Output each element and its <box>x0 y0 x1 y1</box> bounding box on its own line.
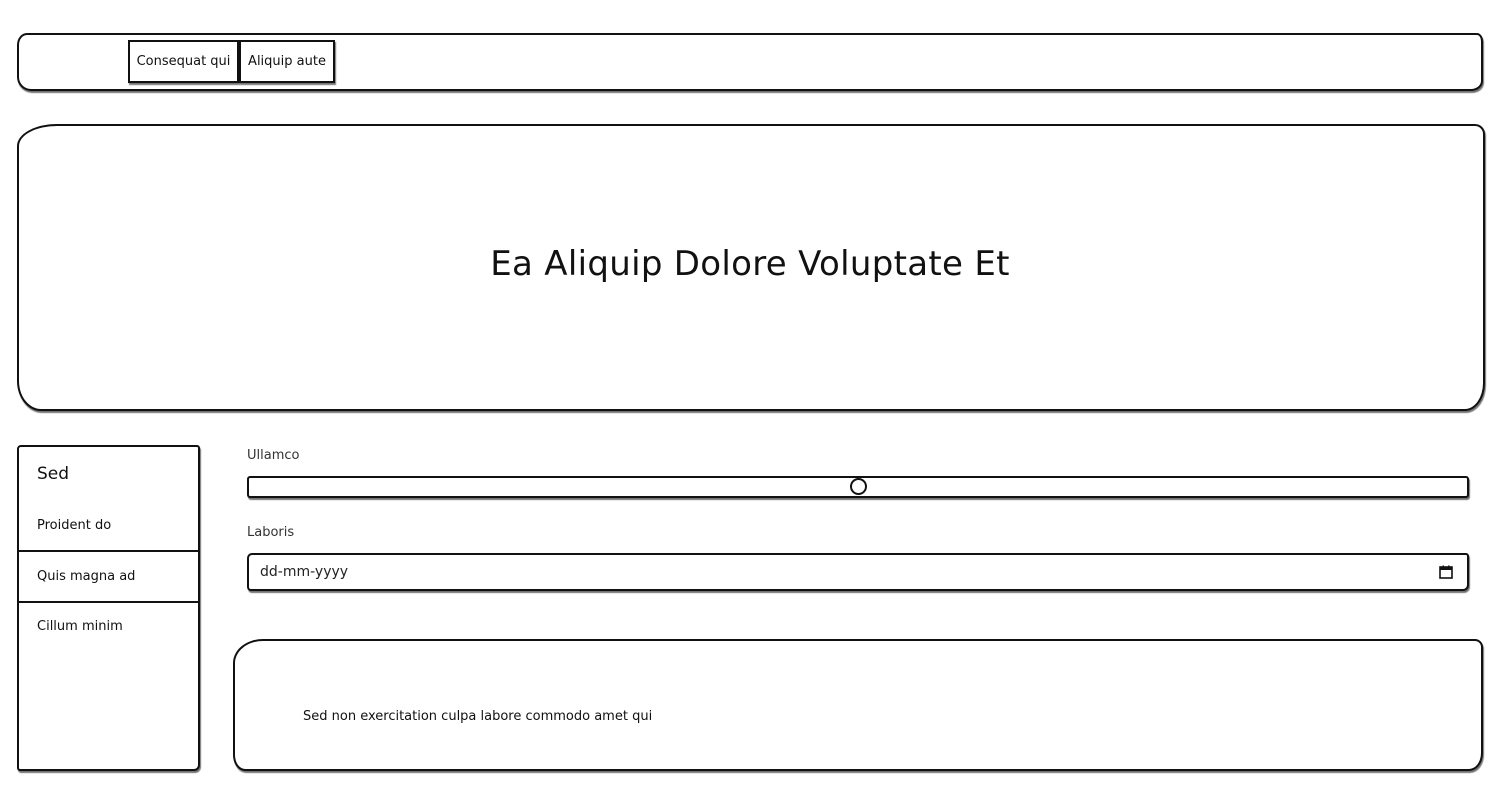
sidebar-item-proident-do[interactable]: Proident do <box>17 510 200 552</box>
date-input[interactable] <box>247 553 1469 591</box>
date-label: Laboris <box>247 525 295 540</box>
nav-button-aliquip-aute[interactable]: Aliquip aute <box>239 40 335 83</box>
content-card <box>233 639 1483 771</box>
hero-title: Ea Aliquip Dolore Voluptate Et <box>490 244 1010 284</box>
nav-button-consequat-qui[interactable]: Consequat qui <box>128 40 239 83</box>
slider-thumb[interactable] <box>849 478 867 495</box>
content-text: Sed non exercitation culpa labore commod… <box>303 709 653 724</box>
calendar-icon[interactable] <box>1439 565 1453 579</box>
date-placeholder: dd-mm-yyyy <box>260 564 349 580</box>
sidebar-item-cillum-minim[interactable]: Cillum minim <box>17 603 200 653</box>
sidebar-heading: Sed <box>37 464 70 484</box>
slider-label: Ullamco <box>247 448 300 463</box>
sidebar-item-quis-magna-ad[interactable]: Quis magna ad <box>17 552 200 603</box>
